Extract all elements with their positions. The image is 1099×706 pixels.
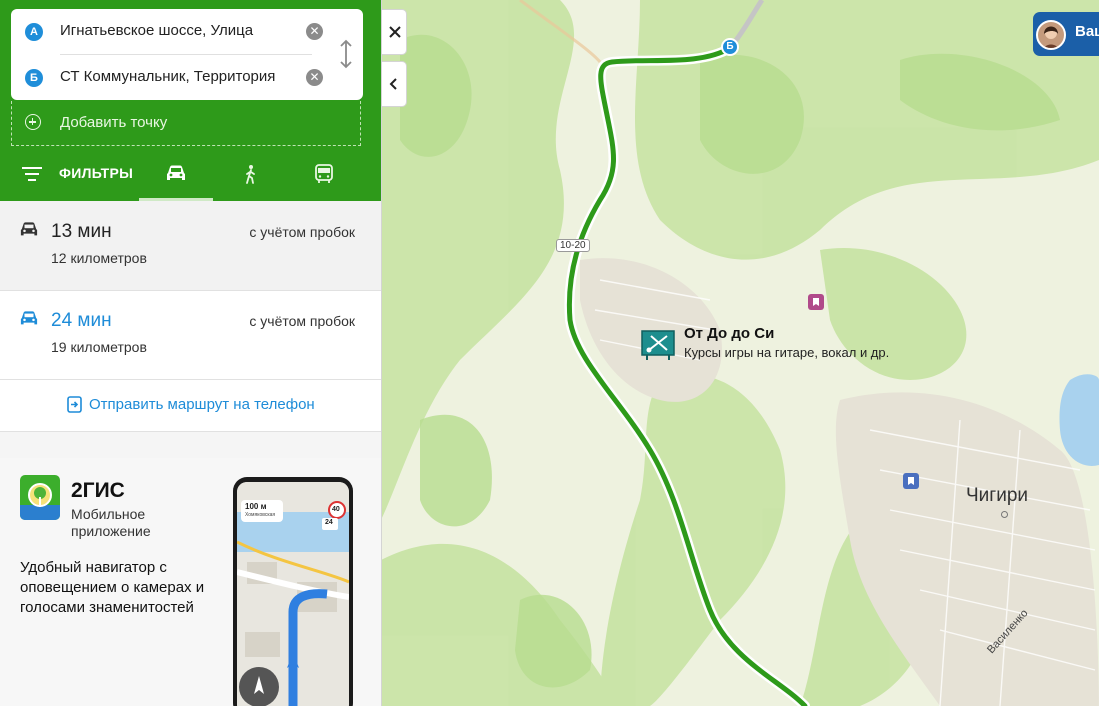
chevron-left-icon bbox=[389, 78, 397, 90]
place-marker-icon[interactable] bbox=[641, 330, 675, 360]
send-to-phone-label: Отправить маршрут на телефон bbox=[89, 396, 315, 413]
tab-walk[interactable] bbox=[213, 155, 287, 201]
app-name: 2ГИС bbox=[71, 479, 125, 502]
filters-button[interactable]: ФИЛЬТРЫ bbox=[59, 165, 133, 181]
point-b-badge: Б bbox=[25, 69, 43, 87]
close-icon bbox=[389, 26, 401, 38]
clear-point-a-button[interactable]: ✕ bbox=[306, 23, 323, 40]
route-inputs: A Игнатьевское шоссе, Улица ✕ Б СТ Комму… bbox=[11, 9, 363, 100]
add-point-button[interactable]: Добавить точку bbox=[11, 101, 361, 146]
traffic-note: с учётом пробок bbox=[249, 313, 355, 329]
city-dot-icon bbox=[1001, 511, 1008, 518]
road-number-label: 10-20 bbox=[556, 239, 590, 252]
place-subtitle: Курсы игры на гитаре, вокал и др. bbox=[684, 345, 890, 360]
walking-icon bbox=[246, 165, 255, 184]
add-circle-icon bbox=[25, 114, 41, 130]
user-profile-button[interactable]: Ваш bbox=[1033, 12, 1099, 56]
route-option[interactable]: 24 мин 19 километров с учётом пробок bbox=[0, 290, 381, 380]
point-b-input[interactable]: СТ Коммунальник, Территория bbox=[60, 68, 275, 85]
route-time: 13 мин bbox=[51, 221, 112, 242]
phone-speed: 24 bbox=[325, 519, 333, 526]
swap-points-icon[interactable] bbox=[337, 39, 355, 69]
send-to-phone-icon bbox=[67, 396, 82, 413]
app-description: Удобный навигатор с оповещением о камера… bbox=[20, 559, 205, 616]
city-label: Чигири bbox=[966, 485, 1029, 506]
tab-car[interactable] bbox=[139, 155, 213, 201]
car-icon bbox=[167, 165, 185, 180]
collapse-panel-button[interactable] bbox=[382, 61, 407, 107]
car-icon bbox=[20, 222, 38, 236]
phone-distance: 100 м bbox=[245, 502, 267, 511]
point-a-input[interactable]: Игнатьевское шоссе, Улица bbox=[60, 22, 253, 39]
poi-marker-icon[interactable] bbox=[808, 294, 824, 310]
route-distance: 12 километров bbox=[51, 250, 147, 266]
send-to-phone-link[interactable]: Отправить маршрут на телефон bbox=[0, 379, 381, 432]
point-b-row[interactable]: Б СТ Коммунальник, Территория ✕ bbox=[11, 55, 363, 100]
route-time: 24 мин bbox=[51, 310, 112, 331]
map-point-b-marker[interactable]: Б bbox=[721, 38, 739, 56]
phone-screen: 100 м Хомяковская 40 24 bbox=[237, 482, 349, 706]
phone-street: Хомяковская bbox=[245, 512, 276, 518]
clear-point-b-button[interactable]: ✕ bbox=[306, 69, 323, 86]
app-ad-banner[interactable]: 2ГИС Мобильное приложение Удобный навига… bbox=[0, 458, 381, 706]
place-title: От До до Си bbox=[684, 325, 775, 342]
phone-speed-limit: 40 bbox=[332, 506, 340, 513]
filter-icon[interactable] bbox=[22, 166, 42, 182]
traffic-note: с учётом пробок bbox=[249, 224, 355, 240]
point-a-badge: A bbox=[25, 23, 43, 41]
car-icon bbox=[20, 311, 38, 325]
route-option[interactable]: 13 мин 12 километров с учётом пробок bbox=[0, 201, 381, 291]
user-name: Ваш bbox=[1075, 23, 1099, 40]
route-panel: A Игнатьевское шоссе, Улица ✕ Б СТ Комму… bbox=[0, 0, 382, 706]
phone-mockup: 100 м Хомяковская 40 24 bbox=[233, 477, 353, 706]
close-panel-button[interactable] bbox=[382, 9, 407, 55]
route-distance: 19 километров bbox=[51, 339, 147, 355]
divider bbox=[0, 432, 381, 458]
app-logo-icon bbox=[20, 475, 60, 520]
tab-bus[interactable] bbox=[287, 155, 361, 201]
poi-marker-icon[interactable] bbox=[903, 473, 919, 489]
place-label[interactable]: От До до Си Курсы игры на гитаре, вокал … bbox=[684, 325, 889, 360]
app-subtitle: Мобильное приложение bbox=[71, 506, 151, 539]
avatar bbox=[1036, 20, 1066, 50]
point-a-row[interactable]: A Игнатьевское шоссе, Улица ✕ bbox=[11, 9, 363, 54]
bus-icon bbox=[315, 164, 333, 183]
route-header: A Игнатьевское шоссе, Улица ✕ Б СТ Комму… bbox=[0, 0, 381, 201]
add-point-label: Добавить точку bbox=[60, 114, 168, 131]
